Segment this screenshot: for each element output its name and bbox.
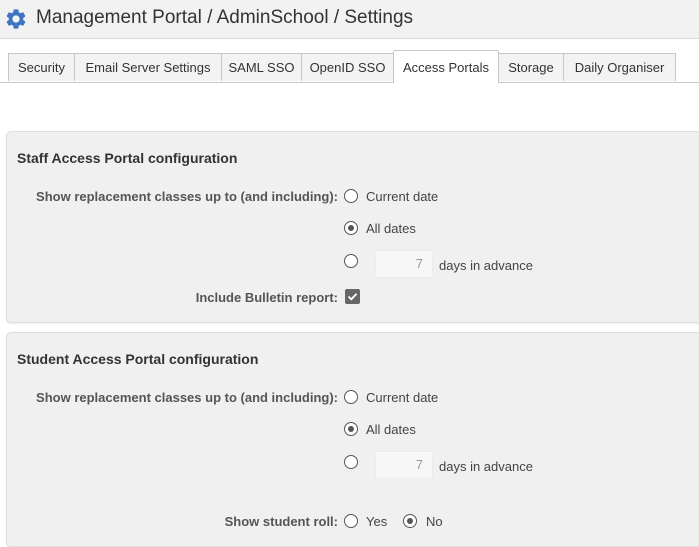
tab-saml-sso[interactable]: SAML SSO — [221, 53, 302, 81]
staff-days-suffix: days in advance — [439, 258, 533, 273]
student-days-advance-radio[interactable] — [344, 455, 358, 469]
staff-portal-panel: Staff Access Portal configuration Show r… — [6, 131, 699, 323]
page-header: Management Portal / AdminSchool / Settin… — [0, 0, 699, 39]
tab-daily-organiser[interactable]: Daily Organiser — [563, 53, 676, 81]
staff-days-advance-radio[interactable] — [344, 254, 358, 268]
student-roll-yes-label: Yes — [366, 514, 388, 529]
tab-storage[interactable]: Storage — [498, 53, 564, 81]
page-title: Management Portal / AdminSchool / Settin… — [36, 7, 414, 28]
staff-all-dates-radio[interactable] — [344, 221, 358, 235]
student-roll-no-label: No — [426, 514, 443, 529]
student-portal-panel: Student Access Portal configuration Show… — [6, 332, 699, 547]
student-all-dates-radio[interactable] — [344, 422, 358, 436]
tab-email-server-settings[interactable]: Email Server Settings — [74, 53, 222, 81]
student-show-classes-label: Show replacement classes up to (and incl… — [36, 390, 338, 405]
student-days-suffix: days in advance — [439, 459, 533, 474]
staff-show-classes-label: Show replacement classes up to (and incl… — [36, 189, 338, 204]
staff-bulletin-label: Include Bulletin report: — [195, 290, 338, 305]
staff-bulletin-checkbox[interactable] — [345, 289, 360, 304]
tab-security[interactable]: Security — [8, 53, 75, 81]
check-icon — [347, 293, 358, 301]
student-current-date-label: Current date — [366, 390, 439, 405]
staff-all-dates-label: All dates — [366, 221, 416, 236]
student-current-date-radio[interactable] — [344, 390, 358, 404]
student-roll-label: Show student roll: — [224, 514, 338, 529]
tab-openid-sso[interactable]: OpenID SSO — [301, 53, 394, 81]
staff-panel-title: Staff Access Portal configuration — [17, 150, 238, 166]
tab-access-portals[interactable]: Access Portals — [393, 50, 499, 83]
student-all-dates-label: All dates — [366, 422, 416, 437]
student-panel-title: Student Access Portal configuration — [17, 351, 259, 367]
staff-current-date-label: Current date — [366, 189, 439, 204]
student-roll-no-radio[interactable] — [403, 514, 417, 528]
tab-bar: Security Email Server Settings SAML SSO … — [0, 50, 699, 83]
gear-icon — [6, 9, 26, 29]
student-days-input[interactable]: 7 — [375, 451, 433, 479]
student-roll-yes-radio[interactable] — [344, 514, 358, 528]
staff-days-input[interactable]: 7 — [375, 250, 433, 278]
staff-current-date-radio[interactable] — [344, 189, 358, 203]
